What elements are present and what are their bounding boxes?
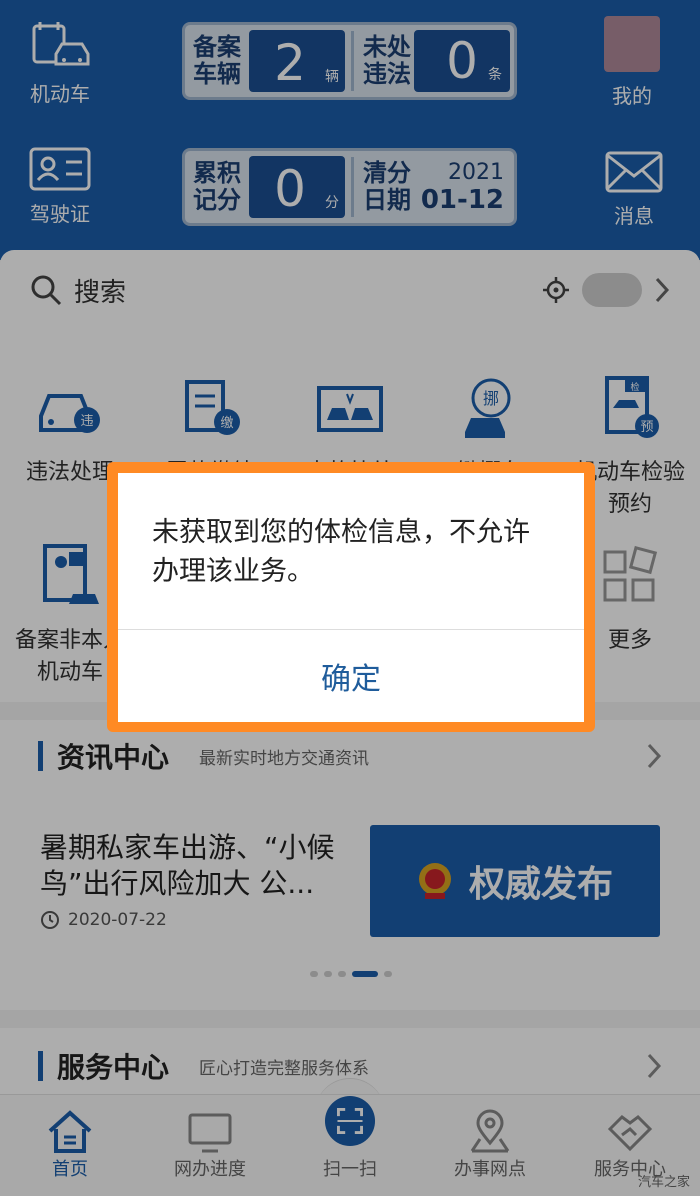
dialog-message: 未获取到您的体检信息，不允许办理该业务。 (152, 517, 530, 587)
watermark: 汽车之家 (637, 1175, 690, 1190)
confirm-button[interactable]: 确定 (118, 630, 584, 722)
app-screen: 机动车 驾驶证 备案车辆 2辆 未处违法 0条 累积记分 0分 清分日期 202… (0, 0, 700, 1196)
alert-dialog: 未获取到您的体检信息，不允许办理该业务。 确定 (107, 462, 595, 732)
